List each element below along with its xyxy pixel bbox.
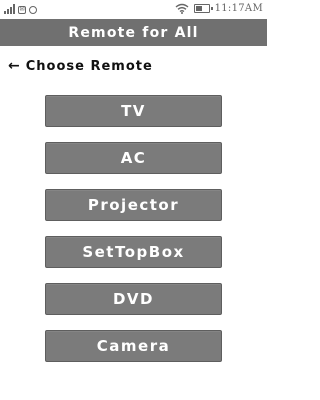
whatsapp-icon [29, 6, 37, 14]
status-bar: ✉ 11:17AM [0, 0, 267, 16]
notification-icon: ✉ [18, 6, 26, 14]
app-title: Remote for All [68, 24, 199, 41]
status-time: 11:17AM [214, 2, 263, 14]
signal-bars-icon [4, 4, 15, 14]
status-right-icons: 11:17AM [175, 1, 263, 15]
app-bar: Remote for All [0, 19, 267, 46]
choose-remote-header: ← Choose Remote [8, 56, 153, 76]
battery-icon [193, 3, 213, 13]
remote-button-dvd[interactable]: DVD [45, 283, 222, 315]
page-title: Choose Remote [25, 58, 153, 74]
battery-fill [195, 5, 202, 11]
wifi-icon [175, 3, 189, 14]
remote-button-ac[interactable]: AC [45, 142, 222, 174]
back-arrow-icon[interactable]: ← [8, 59, 20, 73]
status-left-icons: ✉ [4, 2, 37, 14]
remote-button-projector[interactable]: Projector [45, 189, 222, 221]
remote-button-list: TV AC Projector SetTopBox DVD Camera [45, 95, 222, 377]
remote-button-settopbox[interactable]: SetTopBox [45, 236, 222, 268]
remote-button-tv[interactable]: TV [45, 95, 222, 127]
remote-button-camera[interactable]: Camera [45, 330, 222, 362]
